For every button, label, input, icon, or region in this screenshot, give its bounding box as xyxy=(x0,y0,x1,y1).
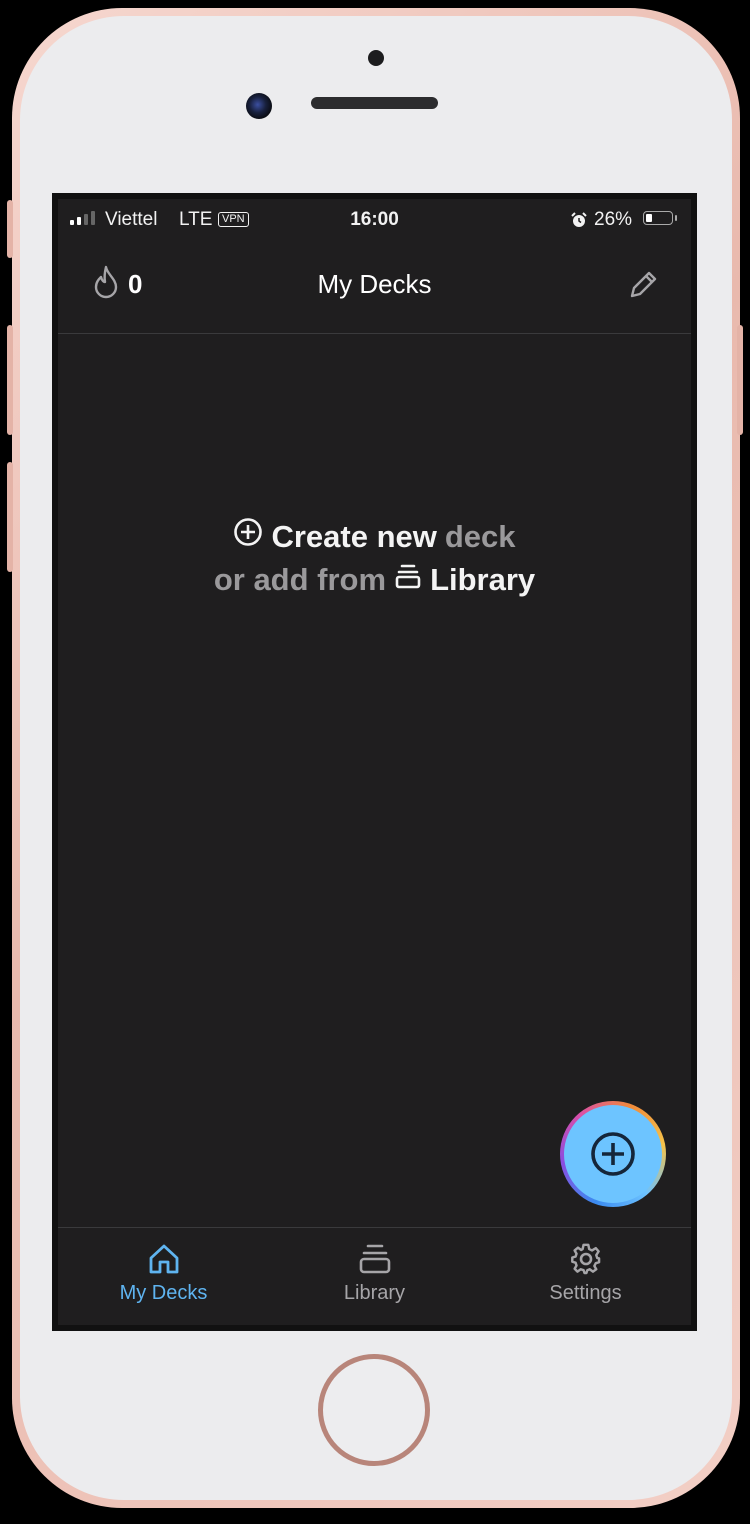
add-deck-button-face[interactable] xyxy=(564,1105,662,1203)
add-deck-button[interactable] xyxy=(560,1101,666,1207)
pencil-icon xyxy=(630,271,657,298)
tab-label: Library xyxy=(343,1282,406,1304)
tab-label: My Decks xyxy=(119,1282,208,1304)
app-screen: Viettel LTE VPN 16:00 26% 0 My Decks Cre… xyxy=(52,193,697,1331)
power-button xyxy=(737,325,743,435)
status-bar: Viettel LTE VPN 16:00 26% xyxy=(58,199,691,243)
battery-percent: 26% xyxy=(594,209,633,230)
empty-state-line-1: Create new deck xyxy=(58,515,691,558)
tab-settings[interactable]: Settings xyxy=(480,1228,691,1325)
gear-icon xyxy=(570,1243,600,1275)
plus-circle-icon xyxy=(591,1132,635,1176)
tab-my-decks[interactable]: My Decks xyxy=(58,1228,269,1325)
volume-down-button xyxy=(7,462,13,572)
stack-icon xyxy=(359,1244,390,1274)
edit-button[interactable] xyxy=(625,267,661,303)
mute-switch xyxy=(7,200,13,258)
deck-word: deck xyxy=(444,519,516,554)
create-new-deck-link[interactable]: Create new xyxy=(271,515,436,558)
front-camera-icon xyxy=(246,93,272,119)
home-icon xyxy=(149,1244,178,1274)
page-title: My Decks xyxy=(317,269,432,299)
top-bar: 0 My Decks xyxy=(58,243,691,334)
alarm-icon xyxy=(570,211,588,235)
earpiece-speaker xyxy=(311,97,438,109)
tab-label: Settings xyxy=(549,1282,622,1304)
or-add-from-text: or add from xyxy=(213,562,387,597)
empty-state: Create new deck or add from Library xyxy=(58,515,691,601)
stack-icon xyxy=(394,558,422,601)
proximity-sensor xyxy=(368,50,384,66)
plus-circle-icon xyxy=(233,515,263,558)
volume-up-button xyxy=(7,325,13,435)
tab-bar: My Decks Library Settings xyxy=(58,1227,691,1325)
library-link[interactable]: Library xyxy=(430,558,535,601)
empty-state-line-2: or add from Library xyxy=(58,558,691,601)
tab-library[interactable]: Library xyxy=(269,1228,480,1325)
battery-level xyxy=(646,214,652,222)
battery-icon xyxy=(643,211,677,225)
home-button[interactable] xyxy=(318,1354,430,1466)
